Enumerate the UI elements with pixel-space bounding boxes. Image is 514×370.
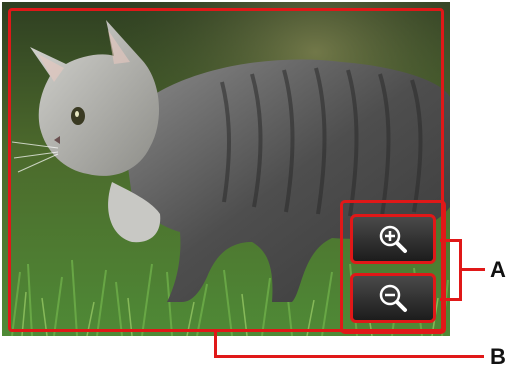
callout-a-leader: [459, 268, 485, 271]
zoom-in-button[interactable]: [350, 214, 436, 264]
zoom-out-icon: [379, 284, 407, 312]
callout-label-a: A: [490, 257, 506, 282]
callout-label-b: B: [490, 344, 506, 369]
callout-b-leader-horizontal: [214, 355, 484, 358]
zoom-in-icon: [379, 225, 407, 253]
zoom-out-button[interactable]: [350, 273, 436, 323]
